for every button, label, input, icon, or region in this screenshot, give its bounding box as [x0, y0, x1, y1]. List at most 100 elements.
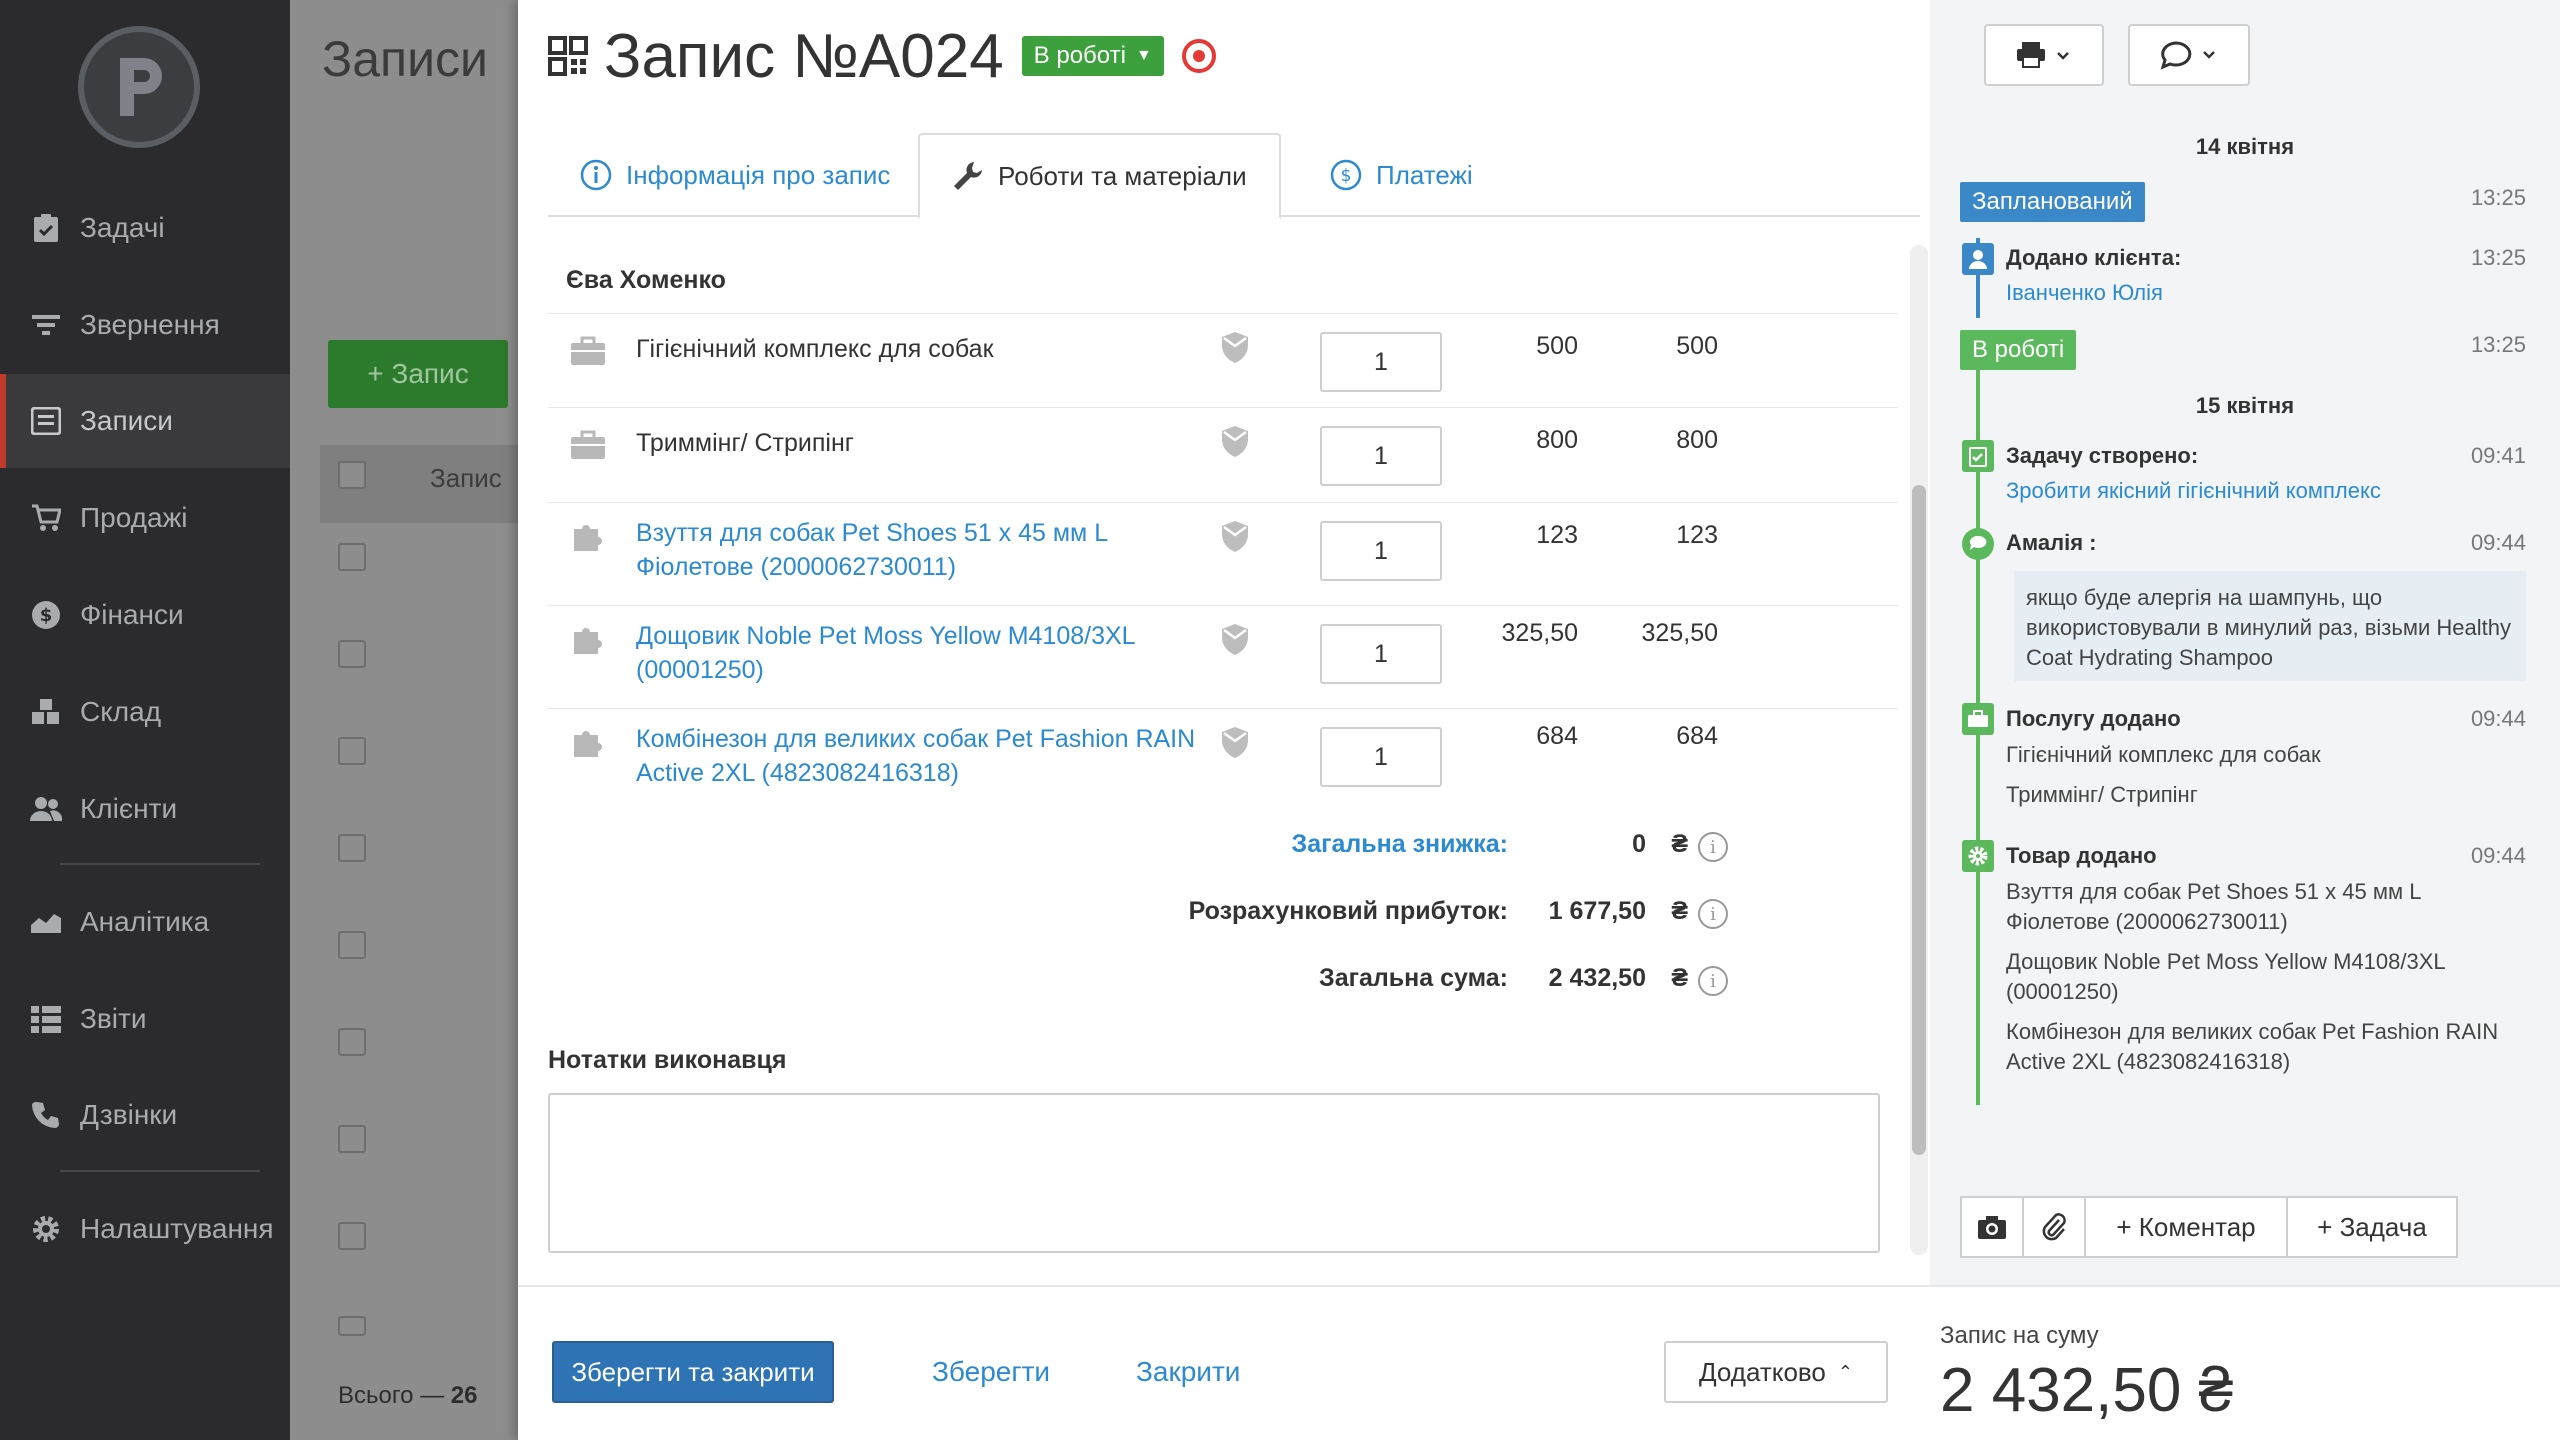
target-icon[interactable] — [1181, 39, 1216, 73]
discount-link[interactable]: Загальна знижка: — [1292, 830, 1508, 859]
discount-value: 0 — [1632, 830, 1646, 858]
row-checkbox[interactable] — [338, 640, 366, 668]
more-label: Додатково — [1699, 1356, 1826, 1387]
info-icon[interactable]: i — [1698, 966, 1728, 996]
scrollbar[interactable] — [1910, 245, 1928, 1255]
notes-textarea[interactable] — [548, 1093, 1880, 1253]
row-checkbox[interactable] — [338, 834, 366, 862]
status-dropdown[interactable]: В роботі ▼ — [1021, 36, 1164, 76]
shield-icon[interactable] — [1220, 622, 1250, 656]
save-button[interactable]: Зберегти — [932, 1341, 1050, 1403]
tab-bar: Інформація про запис Роботи та матеріали… — [548, 133, 1920, 219]
modal-footer: Зберегти та закрити Зберегти Закрити Дод… — [518, 1285, 2560, 1440]
cart-icon — [30, 502, 62, 534]
tab-works-materials[interactable]: Роботи та матеріали — [918, 133, 1281, 219]
item-name-link[interactable]: Дощовик Noble Pet Moss Yellow M4108/3XL … — [636, 619, 1196, 687]
select-all-checkbox[interactable] — [338, 461, 366, 489]
close-button[interactable]: Закрити — [1136, 1341, 1240, 1403]
table-row: Триммінг/ Стрипінг 1 800 800 — [548, 408, 1898, 503]
sidebar-item-sales[interactable]: Продажі — [0, 471, 290, 565]
quantity-input[interactable]: 1 — [1320, 521, 1442, 581]
phone-icon — [30, 1099, 62, 1131]
info-icon[interactable]: i — [1698, 899, 1728, 929]
logo[interactable] — [78, 26, 200, 148]
qr-code-icon[interactable] — [548, 36, 588, 76]
row-checkbox[interactable] — [338, 1125, 366, 1153]
timestamp: 09:44 — [2470, 843, 2526, 868]
quantity-input[interactable]: 1 — [1320, 624, 1442, 684]
item-total: 123 — [1676, 521, 1718, 549]
task-created-icon — [1962, 440, 1994, 472]
row-checkbox[interactable] — [338, 931, 366, 959]
row-checkbox[interactable] — [338, 737, 366, 765]
event-heading: Товар додано — [2006, 843, 2157, 868]
sidebar-item-finance[interactable]: $ Фінанси — [0, 568, 290, 662]
print-button[interactable] — [1984, 24, 2104, 86]
shield-icon[interactable] — [1220, 424, 1250, 458]
clipboard-icon — [30, 212, 62, 244]
sidebar-item-label: Записи — [80, 405, 173, 436]
item-name-link[interactable]: Комбінезон для великих собак Pet Fashion… — [636, 722, 1196, 790]
save-close-button[interactable]: Зберегти та закрити — [552, 1341, 834, 1403]
camera-icon — [1978, 1216, 2006, 1239]
product-gear-icon — [1962, 840, 1994, 872]
records-icon — [30, 405, 62, 437]
timestamp: 13:25 — [2470, 332, 2526, 357]
table-row: Взуття для собак Pet Shoes 51 х 45 мм L … — [548, 503, 1898, 606]
row-checkbox[interactable] — [338, 1316, 366, 1336]
event-heading: Задачу створено: — [2006, 443, 2199, 468]
sidebar-item-requests[interactable]: Звернення — [0, 278, 290, 372]
shield-icon[interactable] — [1220, 330, 1250, 364]
profit-value: 1 677,50 — [1548, 897, 1646, 925]
sidebar-item-records[interactable]: Записи — [0, 374, 290, 468]
service-item: Триммінг/ Стрипінг — [2006, 782, 2198, 807]
add-comment-button[interactable]: + Коментар — [2084, 1196, 2288, 1258]
printer-icon — [2017, 42, 2069, 68]
task-link[interactable]: Зробити якісний гігієнічний комплекс — [2006, 476, 2526, 506]
row-checkbox[interactable] — [338, 1028, 366, 1056]
client-link[interactable]: Іванченко Юлія — [2006, 278, 2526, 308]
shield-icon[interactable] — [1220, 519, 1250, 553]
add-record-button[interactable]: + Запис — [328, 340, 508, 408]
timeline-date: 14 квітня — [2195, 134, 2295, 159]
info-icon[interactable]: i — [1698, 832, 1728, 862]
info-icon — [580, 159, 612, 191]
quantity-input[interactable]: 1 — [1320, 727, 1442, 787]
comments-menu-button[interactable] — [2128, 24, 2250, 86]
summary-total: Загальна сума: 2 432,50 ₴ i — [548, 964, 1868, 1004]
sidebar-item-warehouse[interactable]: Склад — [0, 665, 290, 759]
add-task-button[interactable]: + Задача — [2286, 1196, 2458, 1258]
table-row: Комбінезон для великих собак Pet Fashion… — [548, 709, 1898, 812]
paperclip-icon — [2042, 1213, 2066, 1241]
briefcase-icon — [1962, 703, 1994, 735]
item-name-link[interactable]: Взуття для собак Pet Shoes 51 х 45 мм L … — [636, 516, 1196, 584]
sidebar-item-analytics[interactable]: Аналітика — [0, 875, 290, 969]
records-total: Всього — 26 — [338, 1382, 477, 1410]
sidebar-item-reports[interactable]: Звіти — [0, 972, 290, 1066]
shield-icon[interactable] — [1220, 725, 1250, 759]
attach-button[interactable] — [2022, 1196, 2086, 1258]
filter-icon — [30, 309, 62, 341]
goods-item: Комбінезон для великих собак Pet Fashion… — [2006, 1019, 2499, 1074]
item-name: Триммінг/ Стрипінг — [636, 429, 854, 457]
more-dropdown[interactable]: Додатково ⌃ — [1664, 1341, 1888, 1403]
row-checkbox[interactable] — [338, 1222, 366, 1250]
quantity-input[interactable]: 1 — [1320, 332, 1442, 392]
sidebar-item-label: Звіти — [80, 1003, 147, 1034]
divider — [60, 863, 260, 865]
row-checkbox[interactable] — [338, 543, 366, 571]
camera-button[interactable] — [1960, 1196, 2024, 1258]
sidebar-item-tasks[interactable]: Задачі — [0, 181, 290, 275]
sidebar-item-clients[interactable]: Клієнти — [0, 762, 290, 856]
scrollbar-thumb[interactable] — [1912, 485, 1926, 1155]
item-price: 800 — [1536, 426, 1578, 454]
tab-payments[interactable]: $ Платежі — [1298, 133, 1505, 217]
sidebar-item-label: Звернення — [80, 309, 220, 340]
quantity-input[interactable]: 1 — [1320, 426, 1442, 486]
svg-text:$: $ — [40, 605, 53, 626]
sidebar-item-calls[interactable]: Дзвінки — [0, 1068, 290, 1162]
tab-record-info[interactable]: Інформація про запис — [548, 133, 922, 217]
timestamp: 13:25 — [2470, 185, 2526, 210]
sidebar-item-settings[interactable]: Налаштування — [0, 1182, 290, 1276]
chevron-up-icon: ⌃ — [1837, 1361, 1853, 1382]
